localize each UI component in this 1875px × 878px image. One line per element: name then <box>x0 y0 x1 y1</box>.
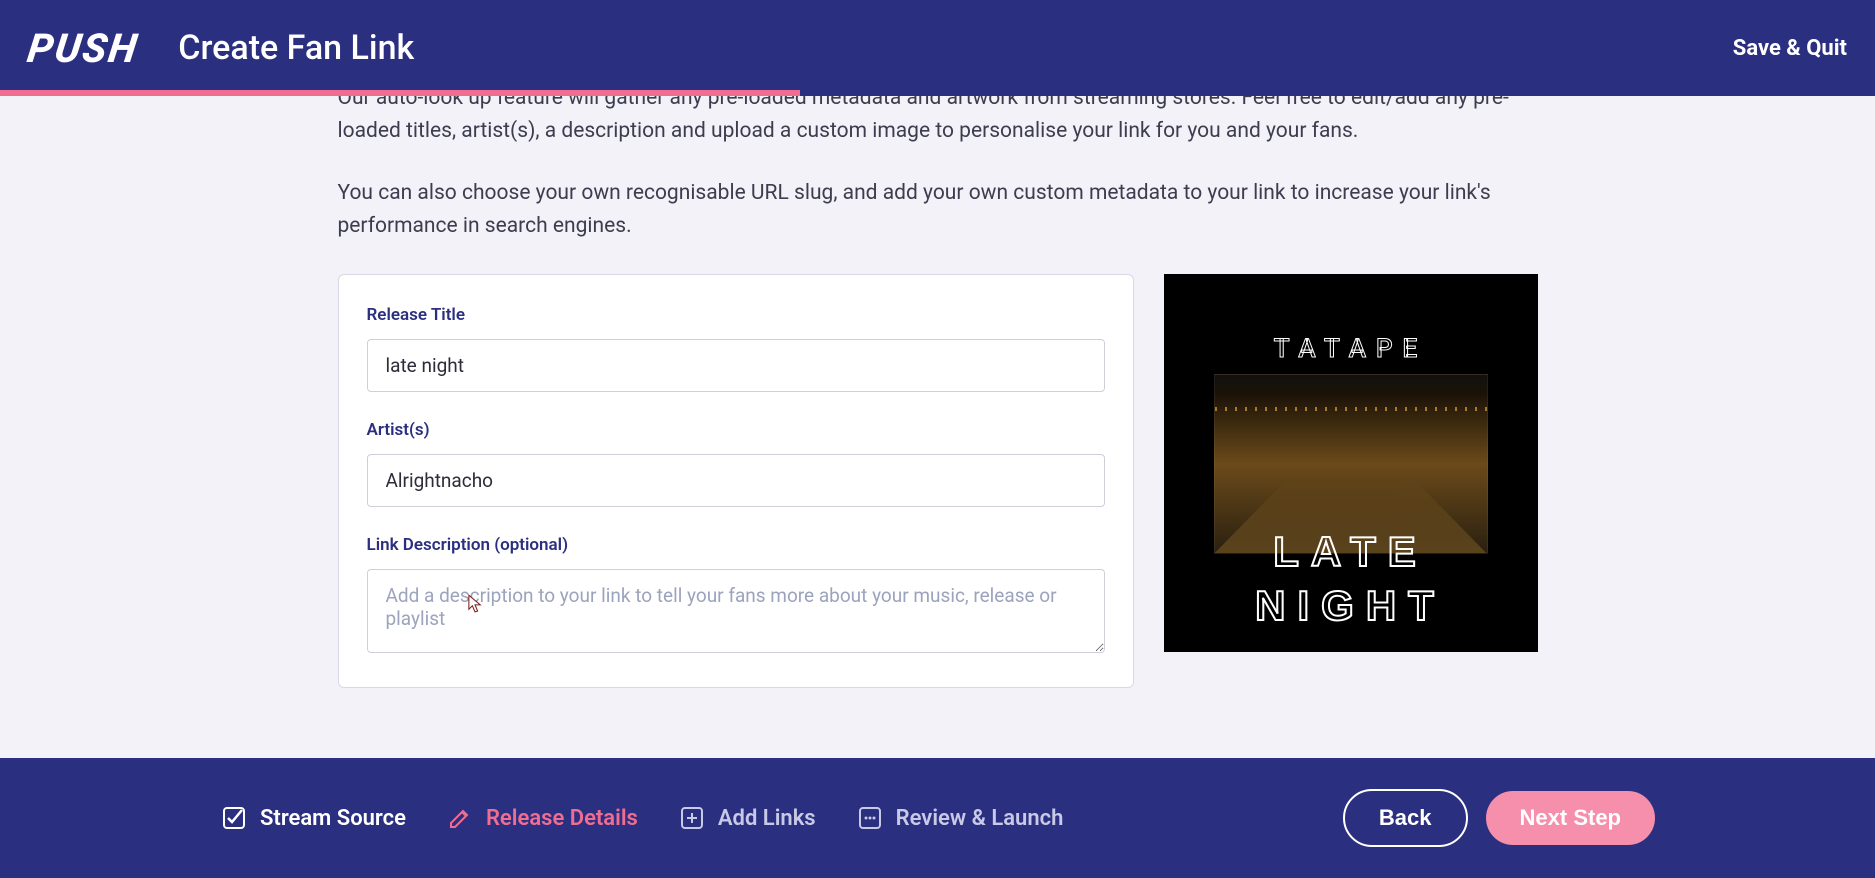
app-header: PUSH Create Fan Link Save & Quit <box>0 0 1875 96</box>
step-label: Review & Launch <box>896 806 1064 831</box>
description-group: Link Description (optional) <box>367 535 1105 657</box>
back-button[interactable]: Back <box>1343 789 1468 847</box>
more-box-icon <box>856 804 884 832</box>
step-label: Add Links <box>718 806 816 831</box>
footer-actions: Back Next Step <box>1343 789 1655 847</box>
artists-label: Artist(s) <box>367 420 1105 440</box>
step-label: Stream Source <box>260 806 406 831</box>
page-title: Create Fan Link <box>178 28 414 68</box>
artists-group: Artist(s) <box>367 420 1105 507</box>
preview-album-image <box>1214 374 1488 554</box>
plus-box-icon <box>678 804 706 832</box>
intro-text: Our auto-look up feature will gather any… <box>338 96 1538 242</box>
save-and-quit-button[interactable]: Save & Quit <box>1733 36 1847 61</box>
preview-title-line-2: NIGHT <box>1164 582 1538 630</box>
step-label: Release Details <box>486 806 638 831</box>
intro-paragraph-1: Our auto-look up feature will gather any… <box>338 96 1538 147</box>
edit-icon <box>446 804 474 832</box>
description-textarea[interactable] <box>367 569 1105 653</box>
step-add-links[interactable]: Add Links <box>678 804 816 832</box>
step-review-launch[interactable]: Review & Launch <box>856 804 1064 832</box>
release-title-label: Release Title <box>367 305 1105 325</box>
checkbox-checked-icon <box>220 804 248 832</box>
release-title-input[interactable] <box>367 339 1105 392</box>
preview-artist-text: TATAPE <box>1164 334 1538 364</box>
intro-paragraph-2: You can also choose your own recognisabl… <box>338 177 1538 242</box>
main-content: Our auto-look up feature will gather any… <box>0 96 1875 782</box>
step-stream-source[interactable]: Stream Source <box>220 804 406 832</box>
release-title-group: Release Title <box>367 305 1105 392</box>
step-release-details[interactable]: Release Details <box>446 804 638 832</box>
wizard-stepper: Stream Source Release Details Add Links <box>0 758 1875 878</box>
artists-input[interactable] <box>367 454 1105 507</box>
preview-lights-decoration <box>1215 407 1487 411</box>
release-details-form: Release Title Artist(s) Link Description… <box>338 274 1134 688</box>
preview-title-line-1: LATE <box>1164 528 1538 576</box>
artwork-preview: TATAPE LATE NIGHT <box>1164 274 1538 652</box>
next-step-button[interactable]: Next Step <box>1486 791 1655 845</box>
logo: PUSH <box>25 25 142 72</box>
description-label: Link Description (optional) <box>367 535 1105 555</box>
